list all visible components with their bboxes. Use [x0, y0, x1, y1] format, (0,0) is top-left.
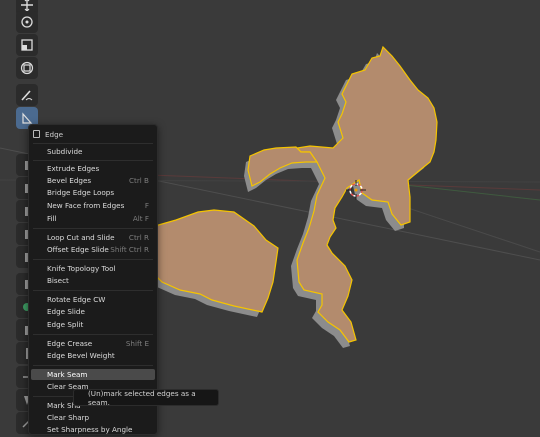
menu-separator [33, 290, 153, 291]
menu-title-label: Edge [45, 129, 64, 139]
menu-item-edge-split[interactable]: Edge Split [31, 319, 155, 330]
menu-item-edge-bevel-weight[interactable]: Edge Bevel Weight [31, 350, 155, 361]
menu-separator [33, 143, 153, 144]
menu-item-rotate-edge-cw[interactable]: Rotate Edge CW [31, 294, 155, 305]
menu-separator [33, 259, 153, 260]
menu-item-subdivide[interactable]: Subdivide [31, 146, 155, 157]
menu-separator [33, 334, 153, 335]
menu-item-bridge-edge-loops[interactable]: Bridge Edge Loops [31, 187, 155, 198]
menu-item-loop-cut-and-slide[interactable]: Loop Cut and Slide Ctrl R [31, 232, 155, 243]
menu-item-set-sharpness-by-angle[interactable]: Set Sharpness by Angle [31, 424, 155, 435]
menu-item-fill[interactable]: Fill Alt F [31, 213, 155, 224]
annotate-icon[interactable] [16, 84, 38, 106]
menu-item-new-face-from-edges[interactable]: New Face from Edges F [31, 200, 155, 211]
tooltip: (Un)mark selected edges as a seam. [73, 389, 219, 407]
menu-separator [33, 365, 153, 366]
edge-menu-icon [33, 130, 40, 138]
menu-item-offset-edge-slide[interactable]: Offset Edge Slide Shift Ctrl R [31, 244, 155, 255]
menu-item-mark-seam[interactable]: Mark Seam [31, 369, 155, 380]
transform-icon[interactable] [16, 57, 38, 79]
scale-icon[interactable] [16, 34, 38, 56]
menu-title: Edge [29, 127, 157, 141]
menu-separator [33, 160, 153, 161]
menu-item-extrude-edges[interactable]: Extrude Edges [31, 163, 155, 174]
menu-item-clear-sharp[interactable]: Clear Sharp [31, 412, 155, 423]
menu-item-bevel-edges[interactable]: Bevel Edges Ctrl B [31, 175, 155, 186]
menu-item-bisect[interactable]: Bisect [31, 275, 155, 286]
rotate-icon[interactable] [16, 11, 38, 33]
menu-item-edge-crease[interactable]: Edge Crease Shift E [31, 338, 155, 349]
menu-item-knife-topology-tool[interactable]: Knife Topology Tool [31, 263, 155, 274]
menu-separator [33, 228, 153, 229]
menu-item-edge-slide[interactable]: Edge Slide [31, 306, 155, 317]
mesh-island-face[interactable] [149, 209, 279, 313]
